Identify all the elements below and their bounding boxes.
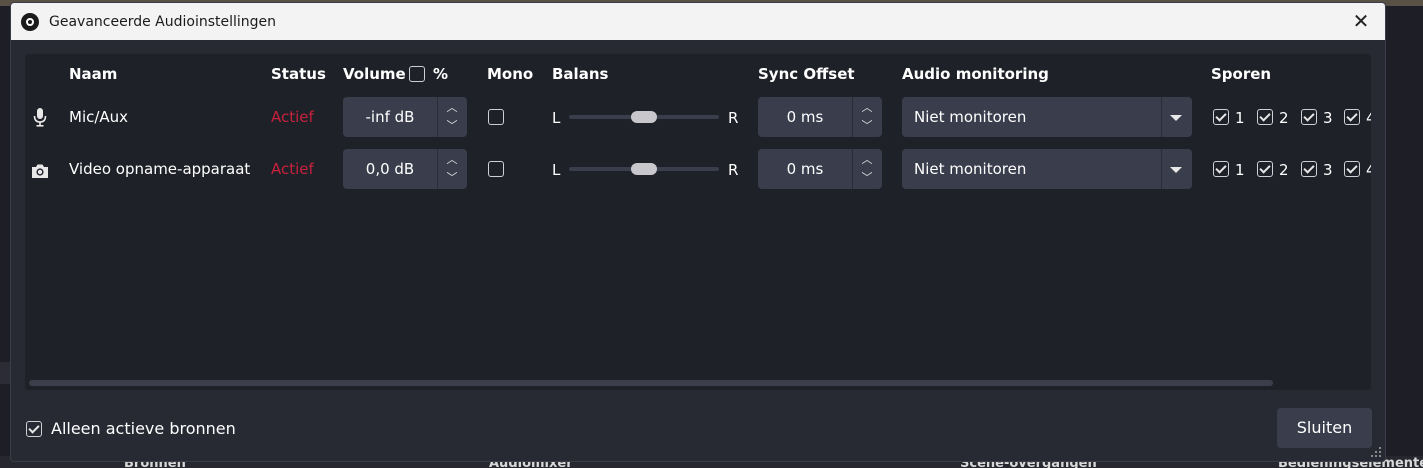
- balance-right-label: R: [728, 109, 739, 127]
- volume-increase-button[interactable]: ︿: [443, 153, 461, 167]
- background-edge: [0, 362, 10, 384]
- track-3-checkbox[interactable]: [1301, 109, 1317, 125]
- source-status: Actief: [271, 160, 314, 178]
- sync-offset-spinbox[interactable]: 0 ms ︿ ﹀: [758, 149, 882, 189]
- title-bar: Geavanceerde Audioinstellingen ✕: [11, 3, 1385, 40]
- volume-percent-checkbox[interactable]: [409, 66, 425, 82]
- track-1-label: 1: [1235, 161, 1245, 179]
- spinbox-divider: [437, 97, 438, 137]
- audio-sources-table: Naam Status Volume % Mono Balans Sync Of…: [25, 54, 1371, 390]
- sync-offset-spinbox[interactable]: 0 ms ︿ ﹀: [758, 97, 882, 137]
- spinbox-divider: [852, 97, 853, 137]
- source-name: Mic/Aux: [69, 108, 129, 126]
- volume-value: -inf dB: [365, 108, 415, 126]
- volume-decrease-button[interactable]: ﹀: [443, 171, 461, 185]
- header-name: Naam: [69, 65, 118, 83]
- volume-value: 0,0 dB: [365, 160, 415, 178]
- sync-offset-decrease-button[interactable]: ﹀: [858, 119, 876, 133]
- audio-monitoring-dropdown[interactable]: Niet monitoren: [902, 97, 1192, 137]
- track-1-checkbox[interactable]: [1213, 161, 1229, 177]
- advanced-audio-settings-dialog: Geavanceerde Audioinstellingen ✕ Naam St…: [10, 2, 1386, 462]
- header-tracks: Sporen: [1211, 65, 1272, 83]
- volume-decrease-button[interactable]: ﹀: [443, 119, 461, 133]
- balance-slider-handle[interactable]: [631, 163, 657, 175]
- audio-monitoring-dropdown[interactable]: Niet monitoren: [902, 149, 1192, 189]
- microphone-icon: [33, 108, 47, 127]
- header-balance: Balans: [552, 65, 609, 83]
- track-4-label: 4: [1366, 108, 1371, 128]
- header-status: Status: [271, 65, 326, 83]
- track-4-checkbox[interactable]: [1344, 161, 1360, 177]
- sync-offset-increase-button[interactable]: ︿: [858, 101, 876, 115]
- audio-monitoring-value: Niet monitoren: [914, 160, 1027, 178]
- dropdown-divider: [1161, 97, 1162, 137]
- sync-offset-decrease-button[interactable]: ﹀: [858, 171, 876, 185]
- balance-left-label: L: [552, 109, 561, 127]
- track-2-label: 2: [1279, 109, 1289, 127]
- spinbox-divider: [852, 149, 853, 189]
- track-2-checkbox[interactable]: [1257, 161, 1273, 177]
- track-3-label: 3: [1323, 109, 1333, 127]
- close-dialog-button[interactable]: Sluiten: [1277, 408, 1372, 448]
- obs-logo-icon: [21, 12, 39, 31]
- sync-offset-increase-button[interactable]: ︿: [858, 153, 876, 167]
- track-1-label: 1: [1235, 109, 1245, 127]
- resize-grip-icon[interactable]: [1371, 447, 1381, 457]
- source-status: Actief: [271, 108, 314, 126]
- active-sources-only-label[interactable]: Alleen actieve bronnen: [51, 419, 236, 439]
- audio-monitoring-value: Niet monitoren: [914, 108, 1027, 126]
- header-volume-percent: %: [433, 65, 449, 83]
- header-volume: Volume: [343, 65, 406, 83]
- close-window-button[interactable]: ✕: [1351, 11, 1371, 31]
- mono-checkbox[interactable]: [488, 161, 504, 177]
- track-1-checkbox[interactable]: [1213, 109, 1229, 125]
- dropdown-divider: [1161, 149, 1162, 189]
- balance-slider-handle[interactable]: [631, 111, 657, 123]
- chevron-down-icon: [1170, 167, 1182, 173]
- camera-icon: [32, 164, 48, 178]
- track-3-checkbox[interactable]: [1301, 161, 1317, 177]
- source-name: Video opname-apparaat: [69, 160, 251, 178]
- active-sources-only-checkbox[interactable]: [26, 421, 42, 437]
- spinbox-divider: [437, 149, 438, 189]
- sync-offset-value: 0 ms: [786, 108, 824, 126]
- mono-checkbox[interactable]: [488, 109, 504, 125]
- horizontal-scrollbar[interactable]: [29, 380, 1273, 386]
- balance-right-label: R: [728, 161, 739, 179]
- balance-left-label: L: [552, 161, 561, 179]
- track-4-label: 4: [1366, 160, 1371, 180]
- header-sync-offset: Sync Offset: [758, 65, 855, 83]
- header-mono: Mono: [487, 65, 534, 83]
- volume-increase-button[interactable]: ︿: [443, 101, 461, 115]
- window-title: Geavanceerde Audioinstellingen: [49, 13, 277, 30]
- track-2-checkbox[interactable]: [1257, 109, 1273, 125]
- track-3-label: 3: [1323, 161, 1333, 179]
- track-4-checkbox[interactable]: [1344, 109, 1360, 125]
- volume-spinbox[interactable]: 0,0 dB ︿ ﹀: [343, 149, 467, 189]
- track-2-label: 2: [1279, 161, 1289, 179]
- chevron-down-icon: [1170, 115, 1182, 121]
- header-audio-monitoring: Audio monitoring: [902, 65, 1049, 83]
- sync-offset-value: 0 ms: [786, 160, 824, 178]
- volume-spinbox[interactable]: -inf dB ︿ ﹀: [343, 97, 467, 137]
